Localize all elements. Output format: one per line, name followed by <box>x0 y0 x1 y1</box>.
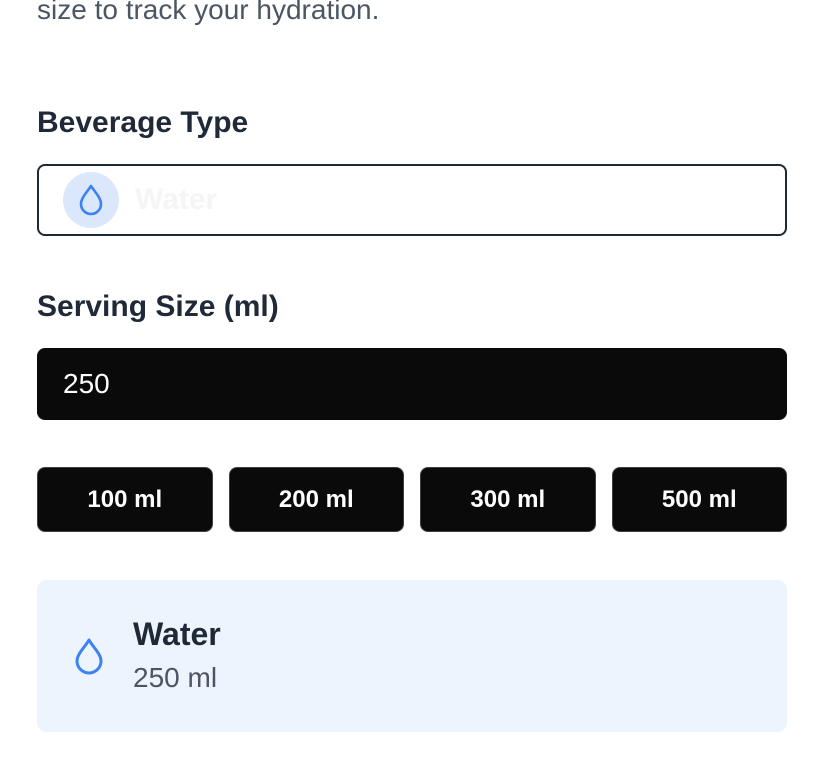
summary-title: Water <box>133 616 221 652</box>
quick-size-500-button[interactable]: 500 ml <box>611 467 787 532</box>
quick-size-100-button[interactable]: 100 ml <box>37 467 213 532</box>
intro-text: size to track your hydration. <box>37 0 380 25</box>
summary-amount: 250 ml <box>133 662 218 693</box>
beverage-type-select[interactable]: Water <box>37 164 787 236</box>
summary-droplet-icon <box>73 636 105 681</box>
summary-card: Water 250 ml <box>37 580 787 732</box>
quick-size-200-button[interactable]: 200 ml <box>228 467 404 532</box>
serving-size-input[interactable] <box>37 348 787 420</box>
beverage-type-label: Beverage Type <box>37 106 249 139</box>
beverage-selected-value: Water <box>135 183 218 216</box>
droplet-icon <box>79 184 103 216</box>
beverage-icon-badge <box>63 172 119 228</box>
quick-size-buttons: 100 ml 200 ml 300 ml 500 ml <box>37 467 787 532</box>
serving-size-label: Serving Size (ml) <box>37 290 279 323</box>
quick-size-300-button[interactable]: 300 ml <box>420 467 596 532</box>
